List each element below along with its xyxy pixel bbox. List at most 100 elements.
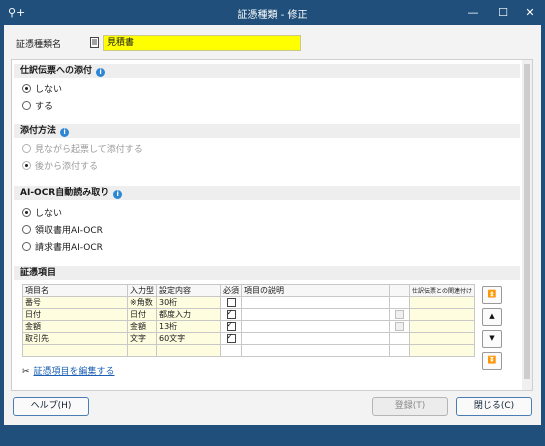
radio-indicator[interactable] bbox=[22, 208, 31, 217]
cell-link-check bbox=[389, 320, 410, 333]
settings-scroll-pane[interactable]: 仕訳伝票への添付 i しない する 添付方法 i 見ながら起票して添付する 後から添… bbox=[11, 59, 533, 391]
cell-empty bbox=[156, 344, 221, 357]
cell-name: 日付 bbox=[22, 308, 128, 321]
cell-link bbox=[409, 320, 475, 333]
table-row[interactable]: 番号 ※角数 30桁 bbox=[22, 296, 475, 309]
required-checkbox[interactable] bbox=[226, 297, 236, 307]
cell-description[interactable] bbox=[241, 332, 390, 345]
items-table: 項目名 入力型 設定内容 必須 項目の説明 仕訳伝票との関連付け 番号 ※角数 … bbox=[22, 284, 475, 357]
col-header-blank bbox=[389, 284, 410, 297]
doc-kind-label: 証憑種類名 bbox=[16, 40, 62, 50]
tools-icon: ✂ bbox=[22, 367, 30, 377]
radio-label: 請求書用AI-OCR bbox=[35, 243, 103, 253]
radio-label: しない bbox=[35, 209, 63, 219]
section-attach-header: 仕訳伝票への添付 i bbox=[14, 64, 520, 78]
radio-indicator[interactable] bbox=[22, 242, 31, 251]
minimize-button[interactable]: — bbox=[458, 0, 488, 25]
cell-link-check bbox=[389, 332, 410, 345]
section-method-title: 添付方法 bbox=[20, 126, 57, 136]
edit-items-link[interactable]: 証憑項目を編集する bbox=[34, 367, 115, 377]
radio-method-view[interactable]: 見ながら起票して添付する bbox=[22, 142, 143, 155]
cell-link bbox=[409, 296, 475, 309]
move-top-button[interactable]: ⏫ bbox=[482, 286, 502, 304]
radio-label: 領収書用AI-OCR bbox=[35, 226, 103, 236]
radio-attach-yes[interactable]: する bbox=[22, 99, 53, 112]
move-top-icon: ⏫ bbox=[487, 290, 497, 298]
cell-name: 番号 bbox=[22, 296, 128, 309]
col-header-name: 項目名 bbox=[22, 284, 128, 297]
link-checkbox[interactable] bbox=[395, 309, 404, 319]
maximize-button[interactable]: ☐ bbox=[488, 0, 518, 25]
radio-attach-no[interactable]: しない bbox=[22, 82, 63, 95]
section-method-header: 添付方法 i bbox=[14, 124, 520, 138]
radio-indicator[interactable] bbox=[22, 101, 31, 110]
table-row[interactable]: 取引先 文字 60文字 bbox=[22, 332, 475, 345]
cell-link bbox=[409, 308, 475, 321]
radio-method-later[interactable]: 後から添付する bbox=[22, 159, 98, 172]
move-bottom-icon: ⏬ bbox=[487, 356, 497, 364]
section-items-header: 証憑項目 bbox=[14, 266, 520, 280]
cell-description[interactable] bbox=[241, 308, 390, 321]
cell-name: 金額 bbox=[22, 320, 128, 333]
move-bottom-button[interactable]: ⏬ bbox=[482, 352, 502, 370]
required-checkbox[interactable] bbox=[226, 321, 236, 331]
cell-type: 日付 bbox=[127, 308, 157, 321]
cell-required bbox=[220, 332, 242, 345]
cell-type: 金額 bbox=[127, 320, 157, 333]
cell-setting: 60文字 bbox=[156, 332, 221, 345]
radio-indicator[interactable] bbox=[22, 84, 31, 93]
scrollbar-thumb[interactable] bbox=[524, 64, 530, 379]
radio-label: 見ながら起票して添付する bbox=[35, 145, 143, 155]
move-down-button[interactable]: ▼ bbox=[482, 330, 502, 348]
close-button[interactable]: 閉じる(C) bbox=[456, 397, 532, 416]
col-header-type: 入力型 bbox=[127, 284, 157, 297]
radio-indicator[interactable] bbox=[22, 225, 31, 234]
radio-indicator[interactable] bbox=[22, 161, 31, 170]
table-row[interactable]: 日付 日付 都度入力 bbox=[22, 308, 475, 321]
triangle-down-icon: ▼ bbox=[489, 334, 495, 342]
radio-label: しない bbox=[35, 85, 63, 95]
cell-description[interactable] bbox=[241, 320, 390, 333]
table-row[interactable]: 金額 金額 13桁 bbox=[22, 320, 475, 333]
cell-empty bbox=[127, 344, 157, 357]
radio-indicator[interactable] bbox=[22, 144, 31, 153]
info-icon[interactable]: i bbox=[113, 190, 123, 199]
doc-kind-input[interactable]: 見積書 bbox=[103, 35, 301, 51]
cell-type: 文字 bbox=[127, 332, 157, 345]
info-icon[interactable]: i bbox=[60, 128, 70, 137]
col-header-setting: 設定内容 bbox=[156, 284, 221, 297]
radio-ocr-none[interactable]: しない bbox=[22, 206, 63, 219]
section-ocr-title: AI-OCR自動読み取り bbox=[20, 188, 110, 198]
section-items-title: 証憑項目 bbox=[20, 268, 57, 278]
register-button[interactable]: 登録(T) bbox=[372, 397, 448, 416]
col-header-link: 仕訳伝票との関連付け bbox=[409, 284, 475, 297]
help-button[interactable]: ヘルプ(H) bbox=[13, 397, 89, 416]
radio-ocr-invoice[interactable]: 請求書用AI-OCR bbox=[22, 240, 103, 253]
dialog-body: 証憑種類名 見積書 仕訳伝票への添付 i しない する 添付方法 i 見ながら起票し… bbox=[4, 25, 541, 425]
cell-required bbox=[220, 296, 242, 309]
cell-name: 取引先 bbox=[22, 332, 128, 345]
col-header-required: 必須 bbox=[220, 284, 242, 297]
cell-setting: 13桁 bbox=[156, 320, 221, 333]
cell-setting: 都度入力 bbox=[156, 308, 221, 321]
cell-type: ※角数 bbox=[127, 296, 157, 309]
vertical-scrollbar[interactable] bbox=[522, 60, 532, 390]
cell-required bbox=[220, 308, 242, 321]
table-header-row: 項目名 入力型 設定内容 必須 項目の説明 仕訳伝票との関連付け bbox=[22, 284, 475, 297]
cell-empty bbox=[409, 344, 475, 357]
required-checkbox[interactable] bbox=[226, 309, 236, 319]
link-checkbox[interactable] bbox=[395, 321, 404, 331]
move-up-button[interactable]: ▲ bbox=[482, 308, 502, 326]
document-icon bbox=[90, 37, 99, 48]
info-icon[interactable]: i bbox=[96, 68, 106, 77]
table-row-empty[interactable] bbox=[22, 344, 475, 357]
required-checkbox[interactable] bbox=[226, 333, 236, 343]
cell-link-check bbox=[389, 308, 410, 321]
close-window-button[interactable]: ✕ bbox=[515, 0, 545, 25]
cell-description[interactable] bbox=[241, 296, 390, 309]
cell-empty bbox=[241, 344, 390, 357]
cell-link bbox=[409, 332, 475, 345]
radio-ocr-receipt[interactable]: 領収書用AI-OCR bbox=[22, 223, 103, 236]
col-header-description: 項目の説明 bbox=[241, 284, 390, 297]
cell-setting: 30桁 bbox=[156, 296, 221, 309]
